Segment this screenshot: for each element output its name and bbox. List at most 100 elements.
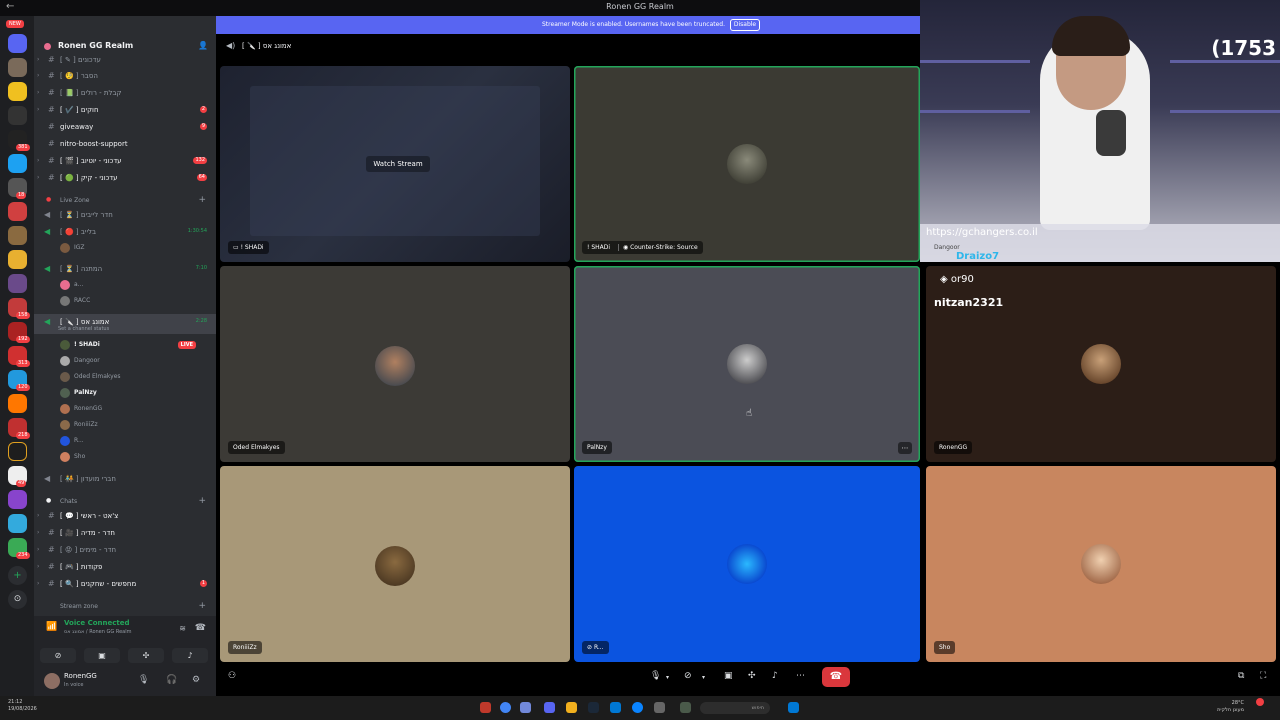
- discover-icon[interactable]: ⊙: [8, 590, 27, 609]
- soundboard-icon[interactable]: ♪: [772, 671, 778, 681]
- screen-share-icon[interactable]: ▣: [84, 648, 120, 663]
- person-icon[interactable]: ⚇: [228, 671, 236, 681]
- participant-tile[interactable]: Sho: [926, 466, 1276, 662]
- chevron-down-icon[interactable]: ▾: [666, 674, 669, 681]
- screen-share-icon[interactable]: ▣: [724, 671, 733, 681]
- app-icon[interactable]: [480, 702, 491, 713]
- gear-icon[interactable]: ⚙: [192, 675, 200, 685]
- voice-member[interactable]: Sho: [34, 449, 216, 465]
- disconnect-icon[interactable]: ☎: [195, 623, 206, 633]
- voice-member[interactable]: ! SHADi LIVE: [34, 337, 216, 353]
- chevron-down-icon[interactable]: ▾: [702, 674, 705, 681]
- steam-icon[interactable]: [588, 702, 599, 713]
- channel-item[interactable]: › #[ ✎ ] עדכונים: [34, 52, 216, 68]
- voice-member[interactable]: Oded Elmakyes: [34, 369, 216, 385]
- notification-icon[interactable]: [1256, 698, 1264, 706]
- voice-member[interactable]: IGZ: [34, 240, 216, 256]
- more-icon[interactable]: ⋯: [796, 671, 805, 681]
- channel-item[interactable]: › #[ 🎥 ] חדר - מדיה: [34, 525, 216, 541]
- channel-item[interactable]: # nitro-boost-support: [34, 136, 216, 152]
- channel-item[interactable]: › #[ 📗 ] קבלת - רולים: [34, 85, 216, 101]
- video-off-icon[interactable]: ⊘: [40, 648, 76, 663]
- folder-icon[interactable]: [566, 702, 577, 713]
- more-options-icon[interactable]: ⋯: [898, 442, 912, 454]
- add-channel-icon[interactable]: +: [198, 496, 206, 506]
- activities-icon[interactable]: ✣: [128, 648, 164, 663]
- soundboard-icon[interactable]: ♪: [172, 648, 208, 663]
- app-icon[interactable]: [544, 702, 555, 713]
- windows-start-icon[interactable]: [788, 702, 799, 713]
- server-icon[interactable]: [8, 226, 27, 245]
- voice-channel[interactable]: ◀[ ⏳ ] המתנה 7:10: [34, 261, 216, 277]
- channel-item[interactable]: › #[ 🔍 ] מחפשים - שחקנים 1: [34, 576, 216, 592]
- server-icon[interactable]: [8, 250, 27, 269]
- voice-member[interactable]: RonenGG: [34, 401, 216, 417]
- server-icon[interactable]: [8, 106, 27, 125]
- headphones-icon[interactable]: 🎧: [166, 675, 177, 685]
- channel-item[interactable]: › #[ 🎮 ] פקודות: [34, 559, 216, 575]
- screen: ← Ronen GG Realm NEW 381 18 158 192 313 …: [0, 0, 1280, 720]
- voice-connected-label[interactable]: Voice Connected: [64, 619, 130, 627]
- popout-icon[interactable]: ⧉: [1238, 671, 1244, 681]
- microphone-icon[interactable]: 🎙: [650, 671, 661, 681]
- add-server-icon[interactable]: +: [8, 566, 27, 585]
- channel-item[interactable]: › #[ 🟢 ] עדכוני - קיק 64: [34, 170, 216, 186]
- participant-tile[interactable]: PalNzy ⋯: [574, 266, 920, 462]
- server-icon[interactable]: [8, 34, 27, 53]
- participant-tile[interactable]: Oded Elmakyes: [220, 266, 570, 462]
- edge-icon[interactable]: [632, 702, 643, 713]
- channel-item[interactable]: › #[ 😡 ] חדר - מימים: [34, 542, 216, 558]
- channel-item[interactable]: › #[ 🎬 ] עדכוני - יוטיוב 132: [34, 153, 216, 169]
- server-icon[interactable]: [8, 514, 27, 533]
- voice-member[interactable]: PalNzy: [34, 385, 216, 401]
- add-channel-icon[interactable]: +: [198, 195, 206, 205]
- voice-channel-active[interactable]: ◀ [ 🔪 ] אמונג אס 2:28 Set a channel stat…: [34, 314, 216, 334]
- channel-item[interactable]: › #[ 💬 ] צ'אט - ראשי: [34, 508, 216, 524]
- participant-tile[interactable]: RoniiiZz: [220, 466, 570, 662]
- video-off-icon[interactable]: ⊘: [684, 671, 692, 681]
- voice-channel[interactable]: ◀[ ⏳ ] חדר לייבים: [34, 207, 216, 223]
- server-icon[interactable]: [8, 58, 27, 77]
- server-icon[interactable]: [8, 490, 27, 509]
- app-icon[interactable]: [680, 702, 691, 713]
- invite-icon[interactable]: 👤: [198, 41, 208, 50]
- voice-member[interactable]: Dangoor: [34, 353, 216, 369]
- noise-suppression-icon[interactable]: ≋: [179, 624, 186, 633]
- server-icon[interactable]: [8, 202, 27, 221]
- voice-member[interactable]: RACC: [34, 293, 216, 309]
- voice-member[interactable]: RoniiiZz: [34, 417, 216, 433]
- category-stream-zone[interactable]: Stream zone +: [34, 599, 216, 613]
- category-chats[interactable]: ● Chats +: [34, 494, 216, 508]
- server-icon[interactable]: [8, 82, 27, 101]
- participant-tile[interactable]: ◈ or90 nitzan2321 RonenGG: [926, 266, 1276, 462]
- voice-member[interactable]: R...: [34, 433, 216, 449]
- app-icon[interactable]: [654, 702, 665, 713]
- server-icon[interactable]: [8, 394, 27, 413]
- discord-icon[interactable]: [520, 702, 531, 713]
- activities-icon[interactable]: ✣: [748, 671, 756, 681]
- participant-tile[interactable]: ! SHADi ◉ Counter-Strike: Source: [574, 66, 920, 262]
- add-channel-icon[interactable]: +: [198, 601, 206, 611]
- watch-stream-button[interactable]: Watch Stream: [366, 156, 430, 172]
- channel-item[interactable]: › #[ ✔️ ] חוקים 2: [34, 102, 216, 118]
- channel-status[interactable]: Set a channel status: [58, 326, 109, 332]
- avatar[interactable]: [44, 673, 60, 689]
- microphone-icon[interactable]: 🎙: [138, 675, 149, 685]
- channel-item[interactable]: # giveaway 9: [34, 119, 216, 135]
- search-input[interactable]: חיפוש: [700, 702, 770, 714]
- participant-tile[interactable]: ⊘ R...: [574, 466, 920, 662]
- stream-tile[interactable]: Watch Stream ▭ ! SHADi: [220, 66, 570, 262]
- fullscreen-icon[interactable]: ⛶: [1260, 671, 1266, 681]
- server-icon[interactable]: [8, 274, 27, 293]
- disable-button[interactable]: Disable: [730, 19, 760, 31]
- category-live-zone[interactable]: ● Live Zone +: [34, 193, 216, 207]
- voice-channel[interactable]: ◀[ 🧑‍🤝‍🧑 ] חברי מועדון: [34, 471, 216, 487]
- voice-member[interactable]: a...: [34, 277, 216, 293]
- disconnect-button[interactable]: ☎: [822, 667, 850, 687]
- server-icon[interactable]: [8, 442, 27, 461]
- server-icon[interactable]: [8, 154, 27, 173]
- voice-channel[interactable]: ◀[ 🔴 ] בלייב 1:30:54: [34, 224, 216, 240]
- app-icon[interactable]: [610, 702, 621, 713]
- chrome-icon[interactable]: [500, 702, 511, 713]
- channel-item[interactable]: › #[ 🧐 ] הסבר: [34, 68, 216, 84]
